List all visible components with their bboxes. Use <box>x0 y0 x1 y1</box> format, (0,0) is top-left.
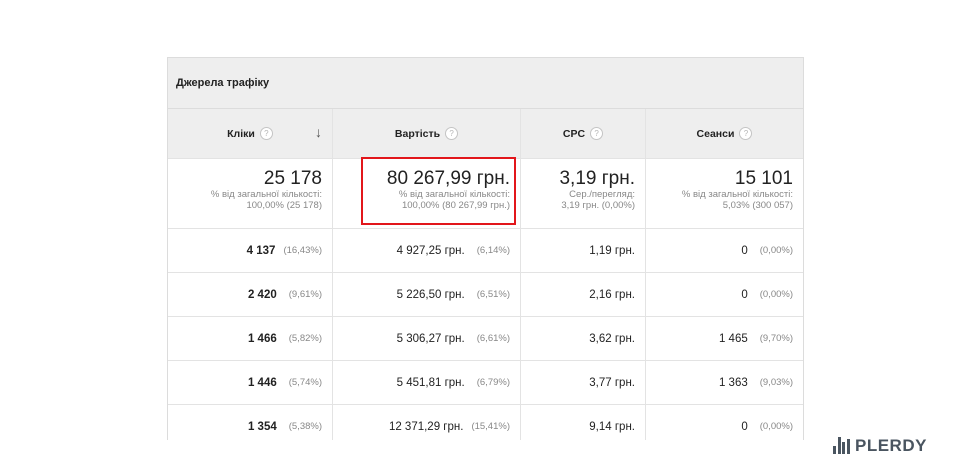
column-header-cost[interactable]: Вартість ? <box>333 109 521 158</box>
total-note: % від загальної кількості: <box>681 189 793 200</box>
column-label: Вартість <box>394 127 441 140</box>
cpc-cell: 9,14 грн. <box>521 405 646 440</box>
brand-name: PLERDY <box>855 436 927 455</box>
total-note: 5,03% (300 057) <box>722 200 793 211</box>
traffic-sources-report: Джерела трафіку Кліки ? ↓ Вартість ? CPC… <box>167 57 804 440</box>
column-label: CPC <box>562 127 586 140</box>
report-title: Джерела трафіку <box>168 58 803 109</box>
total-note: 100,00% (25 178) <box>246 200 322 211</box>
total-cpc: 3,19 грн. Сер./перегляд: 3,19 грн. (0,00… <box>521 159 646 228</box>
sessions-cell: 1 363 (9,03%) <box>718 376 793 389</box>
table-row: 1 354 (5,38%) 12 371,29 грн. (15,41%) 9,14… <box>168 405 803 440</box>
column-label: Кліки <box>227 127 255 140</box>
column-header-cpc[interactable]: CPC ? <box>521 109 646 158</box>
help-icon[interactable]: ? <box>259 127 273 140</box>
table-row: 4 137 (16,43%) 4 927,25 грн. (6,14%) 1,19 … <box>168 229 803 273</box>
help-icon[interactable]: ? <box>590 127 604 140</box>
clicks-cell: 1 466 (5,82%) <box>168 317 333 360</box>
table-row: 2 420 (9,61%) 5 226,50 грн. (6,51%) 2,16 г… <box>168 273 803 317</box>
cpc-cell: 2,16 грн. <box>521 273 646 316</box>
total-value: 15 101 <box>734 168 793 189</box>
cost-cell: 4 927,25 грн. (6,14%) <box>333 229 521 272</box>
clicks-cell: 1 446 (5,74%) <box>168 361 333 404</box>
column-label: Сеанси <box>696 127 735 140</box>
total-note: Сер./перегляд: <box>569 189 635 200</box>
cpc-cell: 3,62 грн. <box>521 317 646 360</box>
sessions-cell: 0 (0,00%) <box>741 288 793 301</box>
total-clicks: 25 178 % від загальної кількості: 100,00… <box>168 159 333 228</box>
table-row: 1 446 (5,74%) 5 451,81 грн. (6,79%) 3,77 г… <box>168 361 803 405</box>
total-value: 3,19 грн. <box>559 168 635 189</box>
sessions-cell: 1 465 (9,70%) <box>718 332 793 345</box>
cost-cell: 5 451,81 грн. (6,79%) <box>333 361 521 404</box>
plerdy-logo: PLERDY <box>833 437 927 454</box>
table-row: 1 466 (5,82%) 5 306,27 грн. (6,61%) 3,62 г… <box>168 317 803 361</box>
cost-cell: 12 371,29 грн. (15,41%) <box>333 405 521 440</box>
cost-cell: 5 306,27 грн. (6,61%) <box>333 317 521 360</box>
total-note: 3,19 грн. (0,00%) <box>561 200 635 211</box>
total-note: % від загальної кількості: <box>210 189 322 200</box>
help-icon[interactable]: ? <box>739 127 753 140</box>
bar-chart-icon <box>833 437 851 454</box>
clicks-cell: 4 137 (16,43%) <box>168 229 333 272</box>
sort-down-arrow-icon[interactable]: ↓ <box>315 124 322 140</box>
cpc-cell: 1,19 грн. <box>521 229 646 272</box>
column-header-clicks[interactable]: Кліки ? ↓ <box>168 109 333 158</box>
total-sessions: 15 101 % від загальної кількості: 5,03% … <box>646 159 803 228</box>
total-value: 25 178 <box>263 168 322 189</box>
sessions-cell: 0 (0,00%) <box>741 420 793 433</box>
column-header-sessions[interactable]: Сеанси ? <box>646 109 803 158</box>
cpc-cell: 3,77 грн. <box>521 361 646 404</box>
sessions-cell: 0 (0,00%) <box>741 244 793 257</box>
clicks-cell: 2 420 (9,61%) <box>168 273 333 316</box>
clicks-cell: 1 354 (5,38%) <box>168 405 333 440</box>
highlight-frame <box>361 157 516 225</box>
cost-cell: 5 226,50 грн. (6,51%) <box>333 273 521 316</box>
help-icon[interactable]: ? <box>445 127 459 140</box>
table-header: Кліки ? ↓ Вартість ? CPC ? Сеанси ? <box>168 109 803 159</box>
